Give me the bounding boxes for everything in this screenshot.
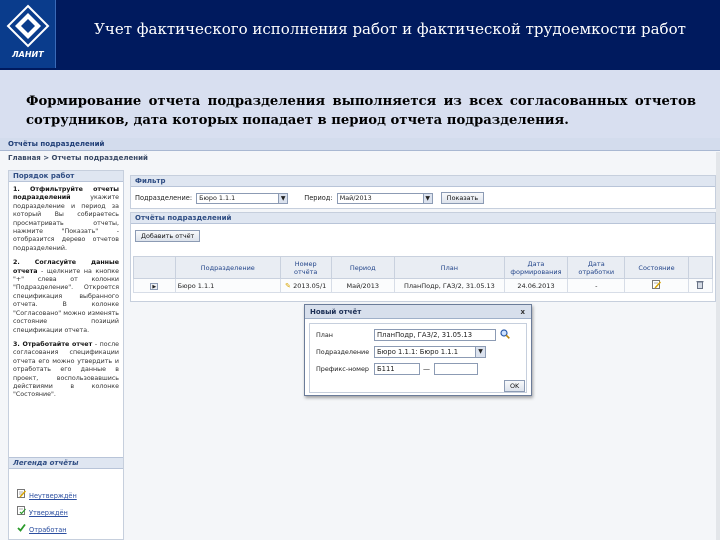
breadcrumb-home[interactable]: Главная: [8, 154, 41, 162]
legend-label-approved: Утверждён: [29, 509, 68, 517]
dialog-title: Новый отчёт: [310, 308, 362, 316]
unit-filter-select[interactable]: Бюро 1.1.1 ▼: [196, 192, 289, 204]
legend-title: Легенда отчёты: [9, 457, 123, 469]
row-delete-cell: [687, 278, 714, 293]
plan-field[interactable]: ПланПодр, ГАЗ/2, 31.05.13: [374, 329, 496, 341]
chevron-down-icon: ▼: [422, 193, 432, 203]
approved-icon: [17, 506, 29, 518]
show-button[interactable]: Показать: [440, 192, 485, 204]
chevron-down-icon: ▼: [278, 193, 288, 203]
step-1: 1. Отфильтруйте отчеты подразделений ука…: [13, 186, 119, 253]
logo-text: ЛАНИТ: [12, 50, 44, 59]
step-3-body: - после согласования спецификации отчета…: [13, 340, 119, 399]
logo-emblem-icon: [6, 4, 50, 48]
step-1-body: укажите подразделение и период за которы…: [13, 194, 119, 252]
chevron-down-icon: ▼: [475, 347, 485, 357]
ok-button[interactable]: OK: [504, 380, 526, 392]
step-2: 2. Согласуйте данные отчета - щелкните н…: [13, 259, 119, 335]
close-icon[interactable]: x: [520, 305, 525, 319]
column-header-unit[interactable]: Подразделение: [174, 256, 281, 279]
unit-select-value: Бюро 1.1.1: Бюро 1.1.1: [377, 348, 459, 356]
legend-label-processed: Отработан: [29, 526, 67, 534]
prefix-dash: —: [423, 365, 430, 373]
legend-item-approved[interactable]: Утверждён: [17, 506, 68, 518]
slide-title: Учет фактического исполнения работ и фак…: [94, 20, 686, 38]
step-2-body: - щелкните на кнопке "+" слева от колонк…: [13, 267, 119, 334]
row-state-cell: [624, 278, 689, 293]
breadcrumb-current: Отчеты подразделений: [51, 154, 148, 162]
edit-icon: [17, 489, 29, 501]
period-filter-value: Май/2013: [339, 193, 372, 202]
unit-filter-value: Бюро 1.1.1: [199, 193, 236, 202]
row-unit: Бюро 1.1.1: [174, 278, 281, 293]
legend-item-processed[interactable]: Отработан: [17, 523, 67, 535]
dialog-body: План ПланПодр, ГАЗ/2, 31.05.13 Подраздел…: [309, 323, 527, 393]
step-3-head: 3. Отработайте отчет: [13, 340, 93, 348]
filter-title: Фильтр: [131, 176, 715, 187]
expand-column-header: [133, 256, 176, 279]
reports-title: Отчёты подразделений: [131, 213, 715, 224]
checkmark-icon: [17, 523, 29, 535]
legend-label-not-approved: Неутверждён: [29, 492, 77, 500]
app-window: Отчёты подразделений Главная > Отчеты по…: [0, 138, 720, 540]
column-header-number[interactable]: Номер отчёта: [279, 256, 332, 279]
slide-description: Формирование отчета подразделения выполн…: [26, 94, 696, 128]
row-number[interactable]: 2013.05/1: [293, 282, 326, 290]
vertical-scrollbar[interactable]: [716, 152, 720, 540]
reports-panel: Отчёты подразделений Добавить отчёт Подр…: [130, 212, 716, 302]
work-order-panel: Порядок работ 1. Отфильтруйте отчеты под…: [8, 170, 124, 540]
dialog-title-bar: Новый отчёт x: [305, 305, 531, 319]
legend-item-not-approved[interactable]: Неутверждён: [17, 489, 77, 501]
edit-icon[interactable]: [652, 280, 662, 291]
column-header-state[interactable]: Состояние: [624, 256, 689, 279]
plan-label: План: [316, 331, 333, 339]
column-header-created[interactable]: Дата формирования: [503, 256, 569, 279]
row-period: Май/2013: [330, 278, 396, 293]
expand-row-cell[interactable]: ▶: [133, 278, 176, 293]
trash-icon[interactable]: [696, 280, 704, 291]
window-title: Отчёты подразделений: [0, 138, 720, 151]
period-filter-select[interactable]: Май/2013 ▼: [336, 192, 433, 204]
filter-row: Подразделение: Бюро 1.1.1 ▼ Период: Май/…: [135, 192, 485, 204]
period-filter-label: Период:: [304, 194, 333, 202]
row-created: 24.06.2013: [503, 278, 569, 293]
delete-column-header: [687, 256, 714, 279]
column-header-processed[interactable]: Дата отработки: [567, 256, 626, 279]
work-order-title: Порядок работ: [9, 171, 123, 182]
column-header-period[interactable]: Период: [330, 256, 396, 279]
breadcrumb: Главная > Отчеты подразделений: [8, 154, 148, 162]
steps-list: 1. Отфильтруйте отчеты подразделений ука…: [9, 182, 123, 400]
table-header-row: Подразделение Номер отчёта Период План Д…: [133, 256, 714, 279]
filter-panel: Фильтр Подразделение: Бюро 1.1.1 ▼ Перио…: [130, 175, 716, 209]
new-report-dialog: Новый отчёт x План ПланПодр, ГАЗ/2, 31.0…: [304, 304, 532, 396]
row-number-cell: ✎ 2013.05/1: [279, 278, 332, 293]
column-header-plan[interactable]: План: [394, 256, 505, 279]
table-row[interactable]: ▶ Бюро 1.1.1 ✎ 2013.05/1 Май/2013 ПланПо…: [133, 278, 714, 293]
pencil-icon[interactable]: ✎: [285, 282, 291, 290]
add-report-button[interactable]: Добавить отчёт: [135, 230, 201, 242]
company-logo: ЛАНИТ: [0, 0, 56, 68]
row-plan: ПланПодр, ГАЗ/2, 31.05.13: [394, 278, 505, 293]
slide-header: ЛАНИТ Учет фактического исполнения работ…: [0, 0, 720, 70]
unit-filter-label: Подразделение:: [135, 194, 193, 202]
prefix-label: Префикс-номер: [316, 365, 369, 373]
expand-row-icon[interactable]: ▶: [150, 282, 159, 290]
search-icon[interactable]: [500, 329, 510, 339]
unit-select[interactable]: Бюро 1.1.1: Бюро 1.1.1 ▼: [374, 346, 486, 358]
reports-table: Подразделение Номер отчёта Период План Д…: [133, 256, 714, 293]
step-3: 3. Отработайте отчет - после согласовани…: [13, 341, 119, 400]
row-processed: -: [567, 278, 626, 293]
unit-label: Подразделение: [316, 348, 370, 356]
prefix-field[interactable]: Б111: [374, 363, 420, 375]
breadcrumb-separator: >: [43, 154, 50, 162]
report-number-field[interactable]: [434, 363, 478, 375]
